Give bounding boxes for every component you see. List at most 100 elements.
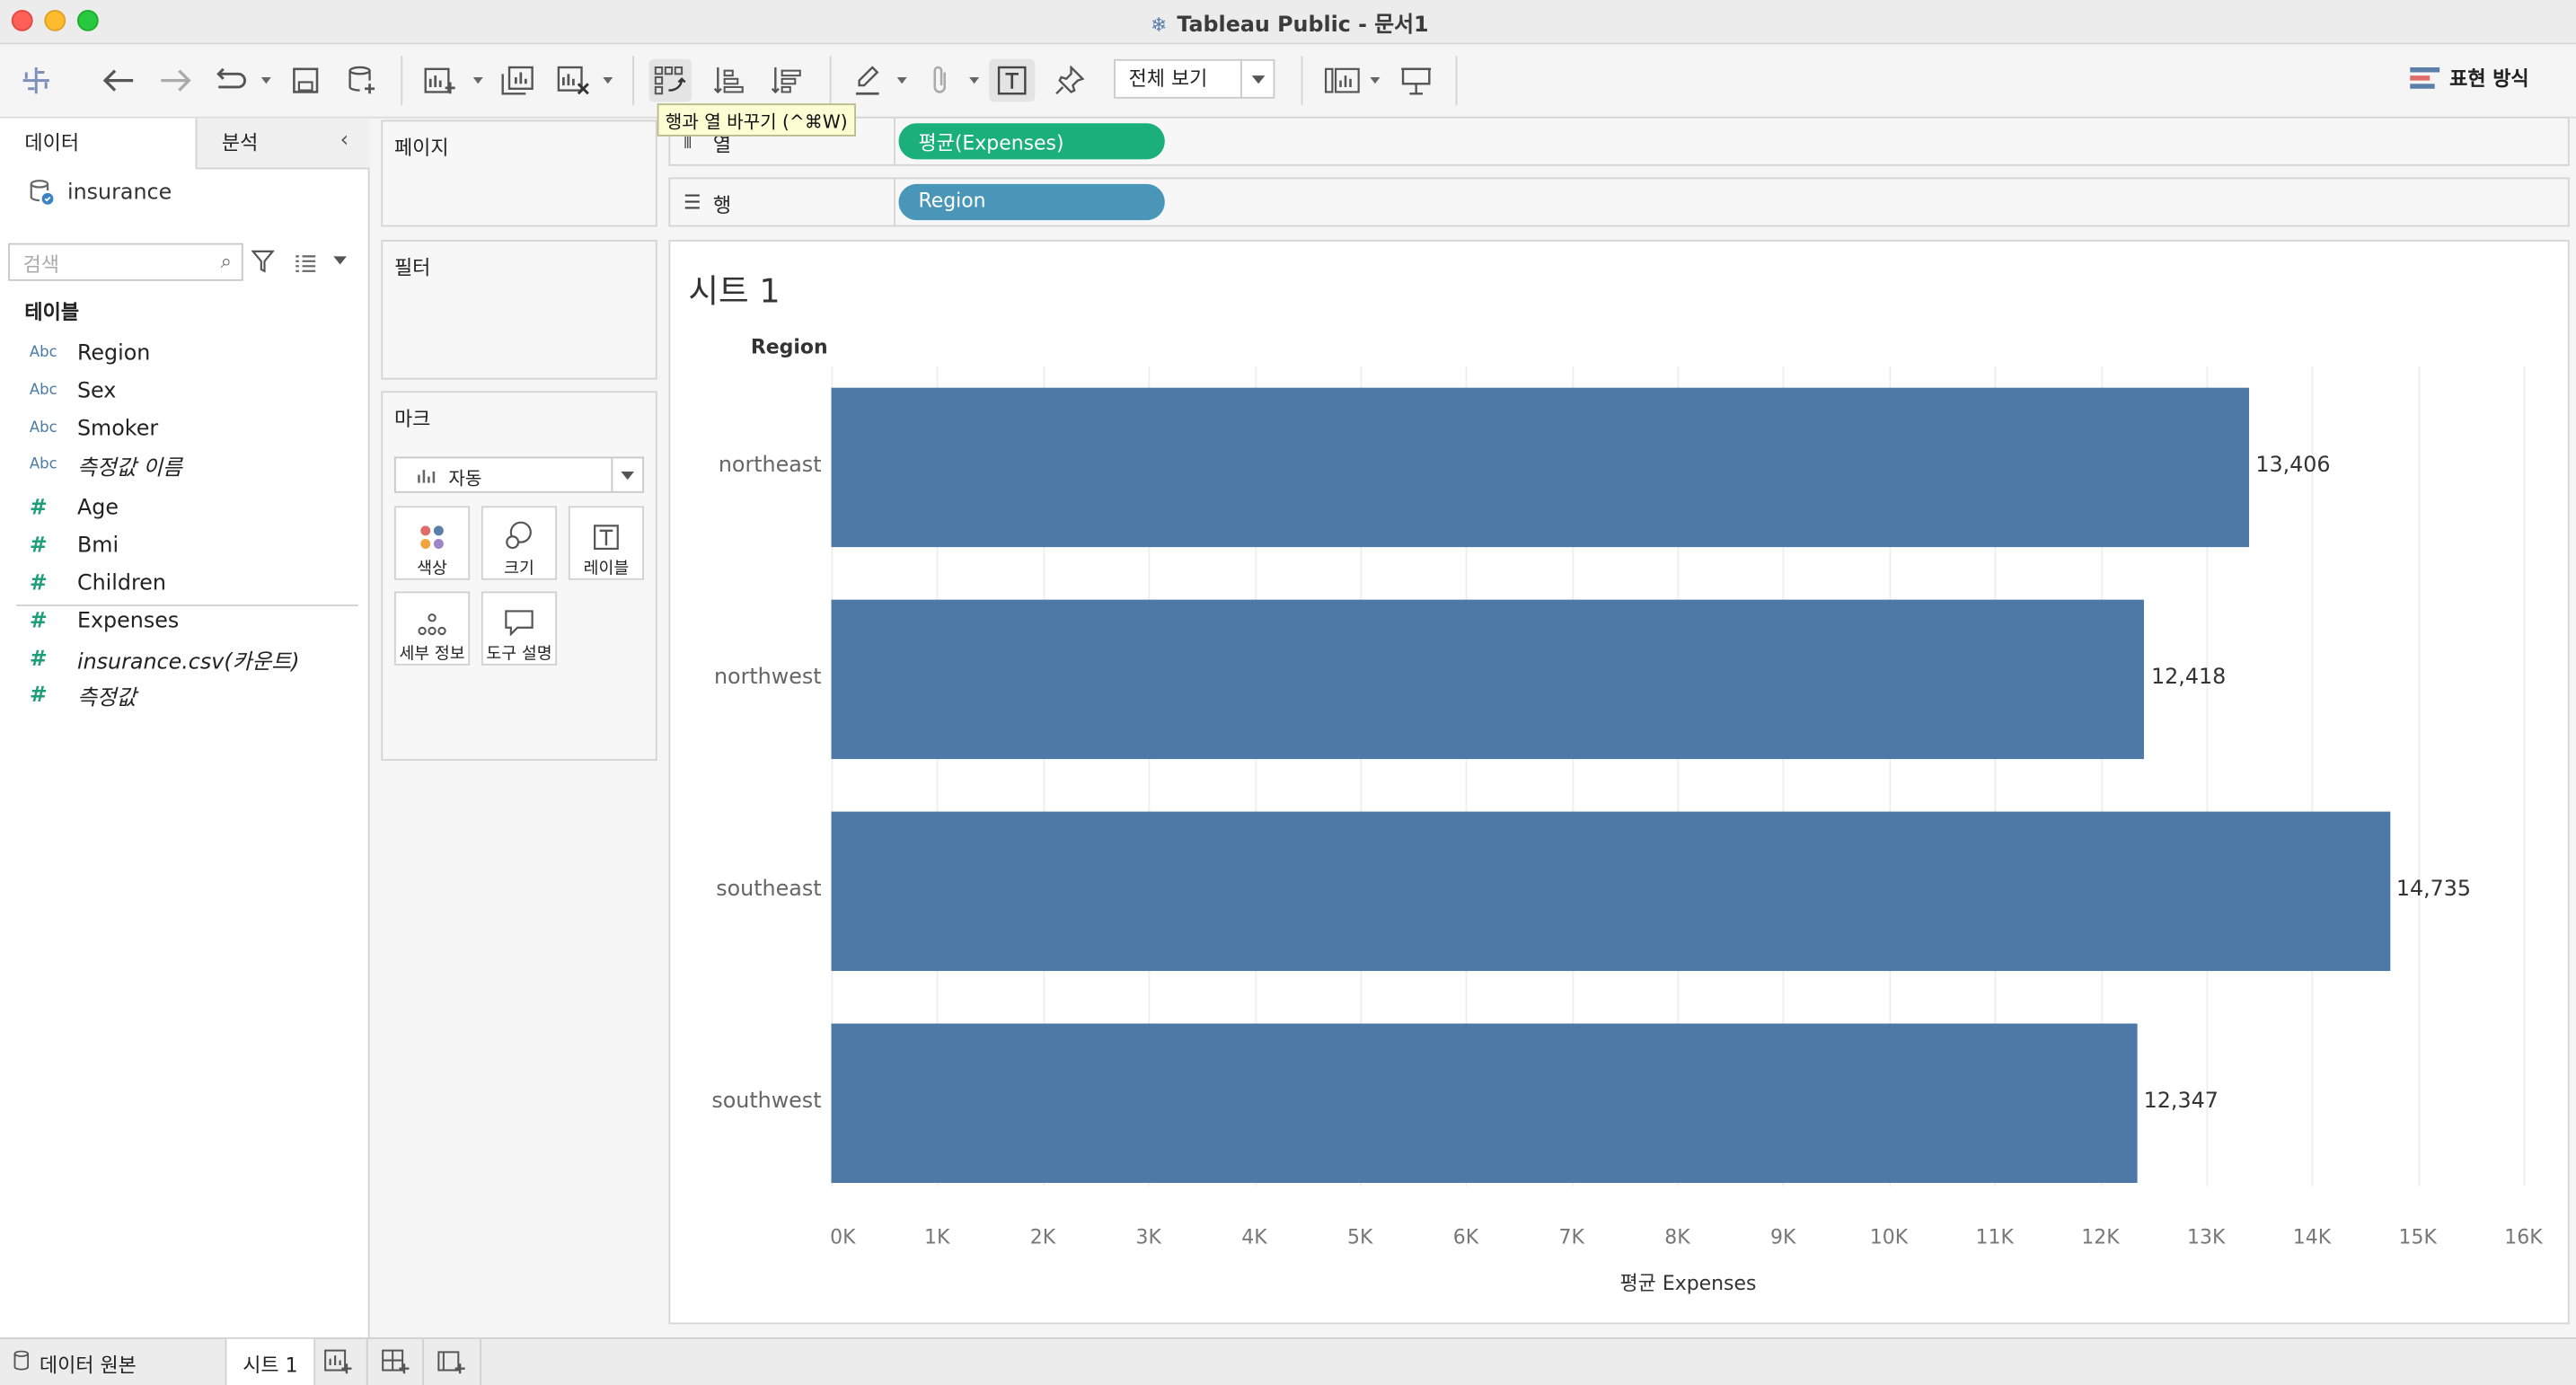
duplicate-sheet-icon[interactable] — [496, 59, 539, 102]
size-button[interactable]: 크기 — [481, 506, 558, 580]
tab-sheet-1[interactable]: 시트 1 — [225, 1338, 316, 1385]
show-me-button[interactable]: 표현 방식 — [2410, 64, 2529, 92]
filters-title: 필터 — [393, 256, 431, 279]
show-cards-dropdown-icon[interactable] — [1370, 76, 1381, 84]
clear-sheet-dropdown-icon[interactable] — [603, 76, 613, 84]
replay-dropdown-icon[interactable] — [260, 76, 271, 84]
marks-title: 마크 — [393, 407, 431, 431]
filter-icon[interactable] — [251, 248, 275, 279]
datasource-icon — [28, 179, 54, 205]
view-list-icon[interactable] — [294, 250, 317, 281]
size-icon — [483, 507, 555, 551]
field-children[interactable]: # Children — [30, 567, 166, 600]
x-tick-label: 6K — [1452, 1225, 1479, 1249]
new-worksheet-icon[interactable] — [323, 1349, 357, 1379]
field-record-count[interactable]: # insurance.csv(카운트) — [30, 642, 300, 675]
x-tick-label: 12K — [2081, 1225, 2120, 1249]
show-labels-icon[interactable] — [989, 58, 1036, 102]
worksheet-view: 시트 1 Region 평균 Expenses 0K 1K 2K 3K 4K 5K 6K 7K… — [668, 240, 2570, 1325]
x-tick-label: 9K — [1770, 1225, 1796, 1249]
show-me-icon — [2410, 66, 2440, 90]
color-button[interactable]: 색상 — [393, 506, 471, 580]
x-tick-label: 8K — [1664, 1225, 1690, 1249]
pin-icon[interactable] — [1050, 59, 1090, 102]
highlight-icon[interactable] — [848, 59, 887, 102]
label-button[interactable]: 레이블 — [568, 506, 645, 580]
columns-pill-avg-expenses[interactable]: 평균(Expenses) — [898, 123, 1165, 160]
category-label-southwest: southwest — [711, 1088, 822, 1114]
field-sex[interactable]: Abc Sex — [30, 375, 116, 408]
field-bmi[interactable]: # Bmi — [30, 529, 119, 562]
collapse-pane-icon[interactable]: ‹ — [340, 128, 349, 153]
label-icon — [570, 507, 642, 551]
x-tick-label: 0K — [830, 1225, 856, 1249]
view-list-dropdown-icon[interactable] — [333, 256, 347, 265]
bar-southeast[interactable] — [831, 811, 2390, 972]
replay-icon[interactable] — [210, 59, 253, 102]
tableau-doc-icon: ❄ — [1151, 13, 1168, 37]
pages-title: 페이지 — [393, 136, 449, 160]
datasource-tab[interactable]: 데이터 원본 — [0, 1339, 225, 1385]
mark-type-select[interactable]: 자동 — [393, 456, 645, 493]
title-bar: ❄ Tableau Public - 문서1 — [0, 0, 2576, 45]
clear-sheet-icon[interactable] — [552, 59, 595, 102]
field-region[interactable]: Abc Region — [30, 337, 150, 370]
field-measure-values[interactable]: # 측정값 — [30, 678, 137, 711]
field-age[interactable]: # Age — [30, 491, 119, 525]
undo-icon[interactable] — [97, 59, 140, 102]
detail-button[interactable]: 세부 정보 — [393, 591, 471, 666]
filters-card[interactable]: 필터 — [381, 240, 657, 380]
new-sheet-icon[interactable] — [419, 59, 462, 102]
new-dashboard-icon[interactable] — [381, 1349, 414, 1379]
bar-southwest[interactable] — [831, 1023, 2138, 1184]
tooltip-button[interactable]: 도구 설명 — [481, 591, 558, 666]
new-sheet-dropdown-icon[interactable] — [472, 76, 483, 84]
value-label-northeast: 13,406 — [2255, 452, 2331, 478]
x-tick-label: 4K — [1241, 1225, 1267, 1249]
data-pane: 데이터 분석 ‹ insurance 검색 ⌕ 테이블 Abc Region Abc… — [0, 118, 370, 1337]
field-smoker[interactable]: Abc Smoker — [30, 412, 158, 445]
new-story-icon[interactable] — [437, 1349, 471, 1379]
rows-pill-region[interactable]: Region — [898, 183, 1165, 221]
x-axis-title: 평균 Expenses — [1619, 1271, 1757, 1295]
tab-data[interactable]: 데이터 — [0, 118, 196, 170]
toolbar: 전체 보기 표현 방식 — [0, 44, 2576, 119]
marks-card: 마크 자동 색상 크기 레이블 세부 정보 도구 설명 — [381, 391, 657, 761]
fit-view-select[interactable]: 전체 보기 — [1114, 58, 1275, 99]
pages-card[interactable]: 페이지 — [381, 119, 657, 227]
field-measure-names[interactable]: Abc 측정값 이름 — [30, 448, 182, 481]
tableau-logo-icon[interactable] — [16, 59, 56, 102]
window-title: ❄ Tableau Public - 문서1 — [0, 6, 2576, 38]
columns-shelf[interactable]: ⦀ 열 평균(Expenses) — [668, 116, 2570, 166]
tables-section-title: 테이블 — [24, 300, 80, 324]
x-tick-label: 7K — [1558, 1225, 1584, 1249]
redo-icon[interactable] — [154, 59, 198, 102]
x-tick-label: 15K — [2398, 1225, 2437, 1249]
show-cards-icon[interactable] — [1321, 59, 1364, 102]
rows-shelf[interactable]: ☰ 행 Region — [668, 177, 2570, 227]
color-icon — [396, 507, 468, 551]
bar-northeast[interactable] — [831, 387, 2250, 548]
region-header: Region — [750, 335, 828, 358]
search-input[interactable]: 검색 ⌕ — [8, 243, 243, 281]
datasource-item[interactable]: insurance — [28, 179, 172, 205]
category-label-northwest: northwest — [713, 664, 822, 690]
group-dropdown-icon[interactable] — [969, 76, 980, 84]
new-datasource-icon[interactable] — [341, 59, 381, 102]
save-icon[interactable] — [286, 59, 325, 102]
swap-rows-columns-icon[interactable] — [648, 58, 693, 102]
highlight-dropdown-icon[interactable] — [896, 76, 907, 84]
field-expenses[interactable]: # Expenses — [30, 604, 179, 638]
database-icon — [13, 1350, 30, 1375]
sort-descending-icon[interactable] — [767, 59, 807, 102]
x-tick-label: 14K — [2292, 1225, 2332, 1249]
x-tick-label: 11K — [1975, 1225, 2014, 1249]
chevron-down-icon — [1239, 60, 1274, 97]
gridline — [2417, 366, 2420, 1187]
bar-northwest[interactable] — [831, 599, 2145, 760]
presentation-icon[interactable] — [1397, 59, 1436, 102]
tableau-app-window: ❄ Tableau Public - 문서1 전체 보기 표현 방식 행과 열 … — [0, 0, 2576, 1385]
sort-ascending-icon[interactable] — [710, 59, 749, 102]
group-icon[interactable] — [920, 59, 959, 102]
x-tick-label: 2K — [1029, 1225, 1056, 1249]
